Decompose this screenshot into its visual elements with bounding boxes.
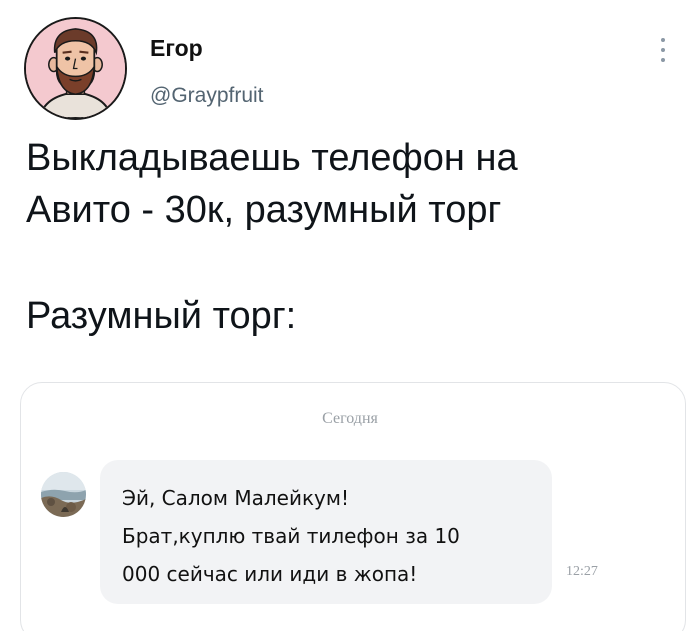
tweet-line: Выкладываешь телефон на bbox=[26, 137, 518, 179]
author-name[interactable]: Егор bbox=[150, 35, 203, 62]
message-line: Брат,куплю твай тилефон за 10 bbox=[122, 524, 460, 548]
tweet-line: Разумный торг: bbox=[26, 295, 297, 337]
tweet-screenshot: Егор @Graypfruit Выкладываешь телефон на… bbox=[0, 0, 700, 631]
bearded-man-avatar-icon bbox=[26, 19, 125, 118]
tweet-text: Выкладываешь телефон на Авито - 30к, раз… bbox=[26, 132, 676, 342]
message-line: Эй, Салом Малейкум! bbox=[122, 486, 349, 510]
message-line: 000 сейчас или иди в жопа! bbox=[122, 562, 418, 586]
author-avatar[interactable] bbox=[24, 17, 127, 120]
tweet-spacer bbox=[26, 236, 676, 290]
message-text: Эй, Салом Малейкум! Брат,куплю твай тиле… bbox=[122, 479, 542, 593]
chat-day-label: Сегодня bbox=[322, 410, 378, 427]
message-time: 12:27 bbox=[566, 564, 598, 579]
tweet-line: Авито - 30к, разумный торг bbox=[26, 189, 502, 231]
author-handle[interactable]: @Graypfruit bbox=[150, 84, 264, 108]
seaside-photo-avatar-icon[interactable] bbox=[41, 472, 86, 517]
vertical-ellipsis-icon[interactable] bbox=[655, 34, 671, 66]
